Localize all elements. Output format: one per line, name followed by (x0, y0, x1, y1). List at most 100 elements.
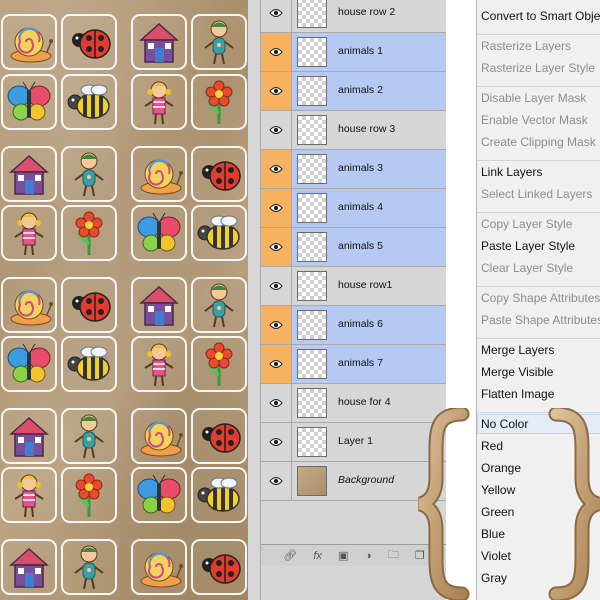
layer-row[interactable]: animals 2 (261, 72, 447, 111)
menu-item-blue[interactable]: Blue (481, 527, 505, 541)
document-canvas[interactable] (0, 0, 248, 600)
layer-name: animals 5 (338, 240, 383, 252)
eye-icon[interactable] (261, 228, 292, 266)
layer-thumbnail[interactable] (297, 232, 327, 262)
eye-icon[interactable] (261, 423, 292, 461)
menu-item-green[interactable]: Green (481, 505, 514, 519)
layer-thumbnail[interactable] (297, 37, 327, 67)
layer-name: house row1 (338, 279, 393, 291)
eye-icon[interactable] (261, 267, 292, 305)
boy-icon (204, 283, 234, 328)
menu-item-convert-to-smart-object[interactable]: Convert to Smart Object (481, 9, 600, 23)
adjustment-icon[interactable]: ◑ (365, 550, 372, 562)
layer-row[interactable]: animals 4 (261, 189, 447, 228)
layer-row[interactable]: animals 3 (261, 150, 447, 189)
canvas-tile (61, 146, 117, 202)
layer-row[interactable]: animals 5 (261, 228, 447, 267)
layer-thumbnail[interactable] (297, 466, 327, 496)
layer-row[interactable]: Background (261, 462, 447, 501)
menu-item-paste-layer-style[interactable]: Paste Layer Style (481, 239, 575, 253)
ladybug-icon (72, 292, 111, 322)
canvas-tile (61, 539, 117, 595)
canvas-tile (1, 146, 57, 202)
menu-item-clear-layer-style: Clear Layer Style (481, 261, 574, 275)
canvas-tile (191, 336, 247, 392)
layer-thumbnail[interactable] (297, 193, 327, 223)
canvas-tile (131, 205, 187, 261)
eye-icon[interactable] (261, 306, 292, 344)
menu-gap (446, 0, 476, 600)
eye-icon[interactable] (261, 111, 292, 149)
folder-icon[interactable]: 🗀︎ (388, 546, 399, 565)
canvas-tile (61, 74, 117, 130)
bee-icon (67, 84, 110, 119)
menu-item-red[interactable]: Red (481, 439, 503, 453)
layer-thumbnail[interactable] (297, 154, 327, 184)
layer-name: animals 2 (338, 84, 383, 96)
eye-icon[interactable] (261, 345, 292, 383)
layer-thumbnail[interactable] (297, 115, 327, 145)
menu-item-violet[interactable]: Violet (481, 549, 511, 563)
menu-item-no-color[interactable]: No Color (481, 417, 528, 431)
layer-name: animals 4 (338, 201, 383, 213)
ladybug-icon (202, 423, 241, 453)
layer-name: animals 6 (338, 318, 383, 330)
menu-separator (477, 412, 600, 413)
layer-row[interactable]: house row 2 (261, 0, 447, 33)
layer-thumbnail[interactable] (297, 427, 327, 457)
canvas-tile (61, 14, 117, 70)
layer-row[interactable]: animals 1 (261, 33, 447, 72)
new-layer-icon[interactable]: ❐ (415, 549, 425, 562)
snail-icon (140, 421, 183, 457)
layer-name: house for 4 (338, 396, 391, 408)
menu-item-yellow[interactable]: Yellow (481, 483, 515, 497)
layer-thumbnail[interactable] (297, 271, 327, 301)
layer-context-menu: Convert to Smart Object Rasterize Layers R… (476, 0, 600, 600)
layer-name: animals 3 (338, 162, 383, 174)
menu-item-paste-shape-attributes: Paste Shape Attributes (481, 313, 600, 327)
menu-item-merge-layers[interactable]: Merge Layers (481, 343, 554, 357)
butterfly-icon (137, 474, 181, 514)
layer-row[interactable]: house for 4 (261, 384, 447, 423)
layer-thumbnail[interactable] (297, 388, 327, 418)
flower-icon (205, 80, 233, 124)
eye-icon[interactable] (261, 462, 292, 500)
eye-icon[interactable] (261, 384, 292, 422)
fx-icon[interactable]: fx (313, 550, 322, 562)
butterfly-icon (7, 343, 51, 383)
house-icon (9, 547, 49, 588)
boy-icon (74, 545, 104, 590)
layer-thumbnail[interactable] (297, 349, 327, 379)
eye-icon[interactable] (261, 150, 292, 188)
layer-row[interactable]: house row 3 (261, 111, 447, 150)
layer-thumbnail[interactable] (297, 76, 327, 106)
canvas-tile (131, 336, 187, 392)
mask-icon[interactable]: ▣ (338, 549, 348, 562)
menu-item-link-layers[interactable]: Link Layers (481, 165, 542, 179)
canvas-tile (1, 74, 57, 130)
layer-thumbnail[interactable] (297, 0, 327, 28)
canvas-tile (61, 205, 117, 261)
layer-row[interactable]: animals 7 (261, 345, 447, 384)
menu-item-select-linked-layers: Select Linked Layers (481, 187, 593, 201)
panel-gutter (248, 0, 260, 600)
eye-icon[interactable] (261, 0, 292, 32)
canvas-tile (1, 539, 57, 595)
eye-icon[interactable] (261, 189, 292, 227)
canvas-tile (131, 277, 187, 333)
menu-item-merge-visible[interactable]: Merge Visible (481, 365, 553, 379)
layer-row[interactable]: animals 6 (261, 306, 447, 345)
menu-item-orange[interactable]: Orange (481, 461, 521, 475)
canvas-tile (61, 336, 117, 392)
girl-icon (144, 343, 174, 387)
eye-icon[interactable] (261, 33, 292, 71)
eye-icon[interactable] (261, 72, 292, 110)
layer-row[interactable]: Layer 1 (261, 423, 447, 462)
layer-thumbnail[interactable] (297, 310, 327, 340)
menu-separator (477, 34, 600, 35)
flower-icon (75, 211, 103, 255)
menu-item-gray[interactable]: Gray (481, 571, 507, 585)
menu-item-flatten-image[interactable]: Flatten Image (481, 387, 554, 401)
link-icon[interactable]: 🔗︎ (283, 549, 297, 562)
layer-row[interactable]: house row1 (261, 267, 447, 306)
